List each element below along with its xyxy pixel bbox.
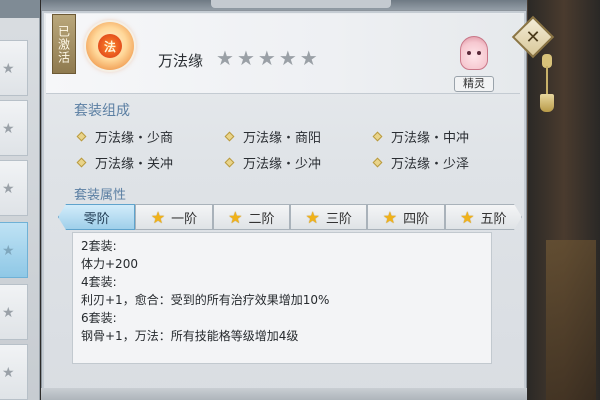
set-piece-label: 万法缘・中冲	[391, 130, 470, 146]
set-piece-item[interactable]: 万法缘・关冲	[76, 154, 226, 172]
panel-bottom-edge	[41, 388, 527, 400]
set-header: 已激活 法 万法缘 ★ ★ ★ ★ ★ 精灵	[46, 14, 520, 94]
diamond-bullet-icon	[224, 131, 235, 141]
description-line: 6套装:	[81, 311, 117, 325]
sprite-avatar-icon	[460, 36, 488, 70]
tier-description-box: 2套装: 体力+200 4套装: 利刃+1，愈合：受到的所有治疗效果增加10% …	[72, 232, 492, 364]
tab-label: 三阶	[325, 211, 352, 227]
set-emblem-glyph: 法	[98, 34, 122, 58]
set-piece-label: 万法缘・少泽	[391, 156, 470, 172]
description-line: 利刃+1，愈合：受到的所有治疗效果增加10%	[81, 293, 330, 307]
set-list-item[interactable]: ★	[0, 100, 28, 156]
set-piece-item[interactable]: 万法缘・商阳	[224, 128, 374, 146]
description-line: 2套装:	[81, 239, 117, 253]
star-icon: ★	[2, 243, 15, 259]
star-icon: ★	[382, 207, 398, 227]
sprite-label: 精灵	[454, 76, 494, 92]
sprite-button[interactable]: 精灵	[454, 36, 494, 92]
set-emblem-icon: 法	[86, 22, 134, 70]
star-icon: ★	[2, 61, 15, 77]
set-pieces-list: 万法缘・少商 万法缘・商阳 万法缘・中冲 万法缘・关冲 万法缘・少冲 万法缘・少…	[76, 128, 498, 172]
set-piece-item[interactable]: 万法缘・少冲	[224, 154, 374, 172]
set-name: 万法缘	[158, 52, 204, 70]
tab-tier-5[interactable]: ★ 五阶	[445, 204, 522, 230]
tab-tier-3[interactable]: ★ 三阶	[289, 204, 368, 230]
activated-tag: 已激活	[52, 14, 76, 74]
tab-label: 四阶	[403, 211, 430, 227]
tab-label: 零阶	[83, 211, 110, 227]
star-icon: ★	[2, 305, 15, 321]
set-piece-item[interactable]: 万法缘・中冲	[372, 128, 498, 146]
set-piece-item[interactable]: 万法缘・少商	[76, 128, 226, 146]
set-piece-item[interactable]: 万法缘・少泽	[372, 154, 498, 172]
activated-tag-label: 已激活	[56, 24, 71, 64]
tab-label: 五阶	[480, 211, 507, 227]
star-icon: ★	[2, 121, 15, 137]
set-list-item[interactable]: ★	[0, 40, 28, 96]
set-piece-label: 万法缘・少商	[95, 130, 174, 146]
sidebar-top-bar	[0, 0, 40, 18]
star-rating: ★ ★ ★ ★ ★	[216, 48, 318, 68]
diamond-bullet-icon	[76, 131, 87, 141]
tab-tier-4[interactable]: ★ 四阶	[367, 204, 445, 230]
star-icon: ★	[278, 46, 297, 70]
tab-tier-0[interactable]: 零阶	[58, 204, 136, 230]
tab-label: 二阶	[248, 211, 275, 227]
description-line: 钢骨+1，万法：所有技能格等级增加4级	[81, 329, 299, 343]
set-piece-label: 万法缘・商阳	[243, 130, 322, 146]
set-list-sidebar: ★ ★ ★ ★ ★ ★	[0, 0, 40, 400]
description-line: 体力+200	[81, 257, 138, 271]
star-icon: ★	[228, 207, 243, 227]
star-icon: ★	[460, 207, 475, 227]
panel-top-tab	[211, 0, 391, 8]
star-icon: ★	[216, 46, 234, 70]
set-list-item-selected[interactable]: ★	[0, 222, 28, 278]
star-icon: ★	[150, 207, 166, 227]
close-icon: ✕	[525, 26, 541, 48]
set-list-item[interactable]: ★	[0, 344, 28, 400]
star-icon: ★	[236, 46, 255, 70]
set-composition-title: 套装组成	[74, 103, 130, 119]
tier-tabs: 零阶 ★ 一阶 ★ 二阶 ★ 三阶 ★ 四阶 ★ 五阶	[58, 204, 522, 230]
star-icon: ★	[2, 365, 15, 381]
tab-label: 一阶	[171, 211, 198, 227]
star-icon: ★	[299, 46, 318, 70]
set-piece-label: 万法缘・关冲	[95, 156, 174, 172]
set-piece-label: 万法缘・少冲	[243, 156, 322, 172]
diamond-bullet-icon	[224, 157, 235, 167]
set-list-item[interactable]: ★	[0, 160, 28, 216]
diamond-bullet-icon	[76, 157, 87, 167]
set-attributes-title: 套装属性	[74, 188, 127, 203]
diamond-bullet-icon	[372, 157, 383, 167]
star-icon: ★	[305, 207, 320, 227]
diamond-bullet-icon	[372, 131, 383, 141]
set-list-item[interactable]: ★	[0, 284, 28, 340]
tassel-decoration	[537, 54, 557, 114]
star-icon: ★	[257, 46, 276, 70]
tab-tier-1[interactable]: ★ 一阶	[135, 204, 213, 230]
star-icon: ★	[2, 181, 15, 197]
description-line: 4套装:	[81, 275, 117, 289]
tab-tier-2[interactable]: ★ 二阶	[212, 204, 290, 230]
